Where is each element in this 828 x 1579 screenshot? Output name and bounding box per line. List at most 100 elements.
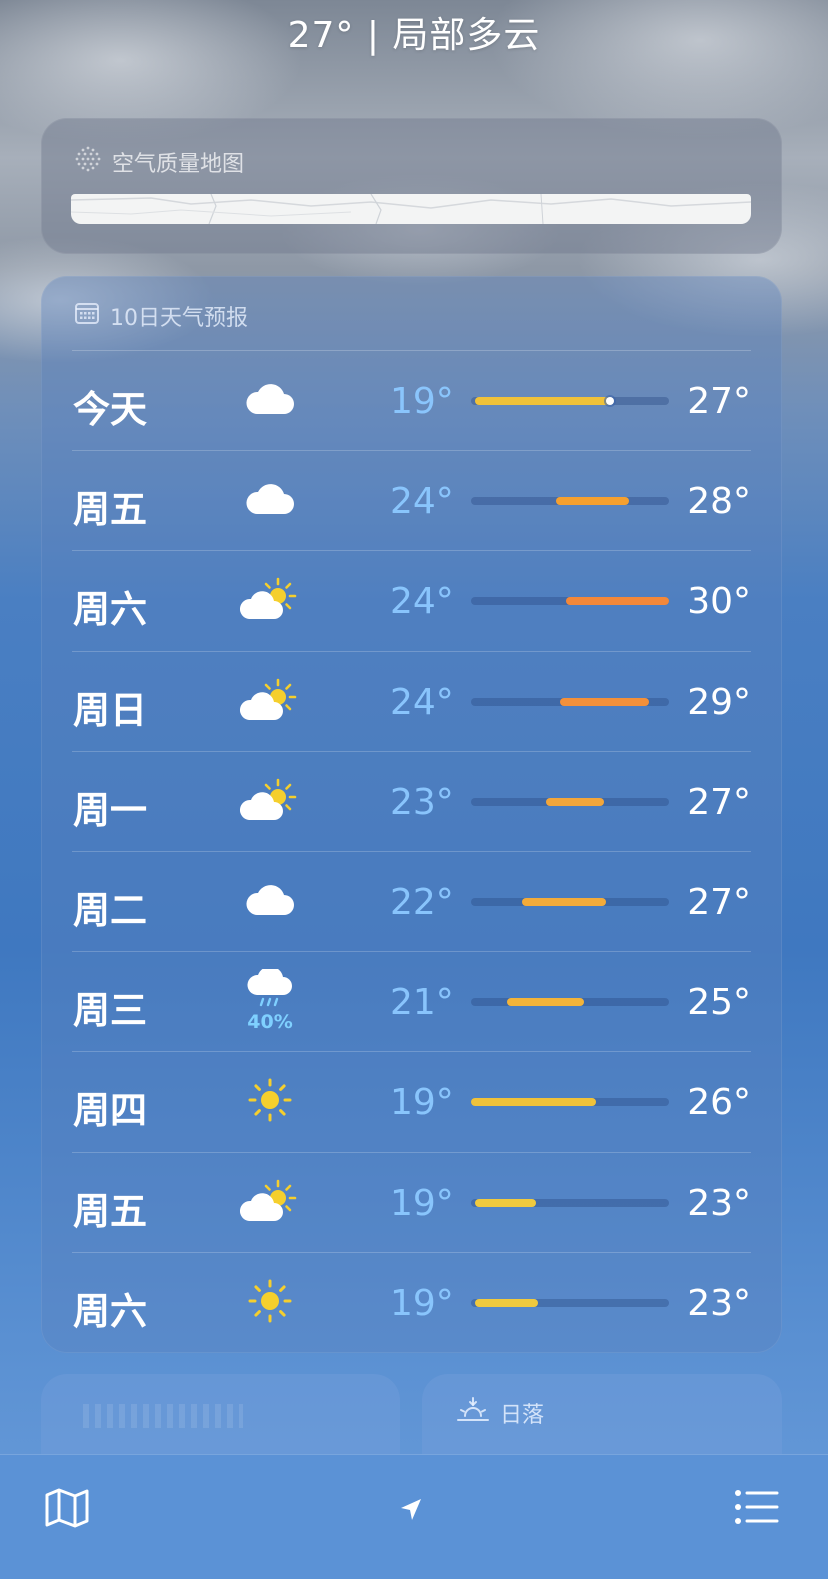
weather-condition [240,874,300,930]
current-summary: 27° | 局部多云 [287,15,541,56]
high-temp: 27° [687,881,751,923]
low-temp: 23° [390,781,454,823]
temp-range-bar [471,1298,669,1307]
forecast-list: 今天 19° 27° 周五 24° 28° 周六 24° 30° 周日 24° 29° 周一 23° 27°… [72,351,751,1353]
forecast-row[interactable]: 周一 23° 27° [72,752,751,852]
weather-condition: 40% [240,966,300,1036]
temp-range-bar [471,497,669,506]
temp-range-bar [471,697,669,706]
forecast-row[interactable]: 周日 24° 29° [72,652,751,752]
high-temp: 29° [687,681,751,723]
locations-list-button[interactable] [734,1487,780,1531]
low-temp: 19° [390,1282,454,1324]
forecast-row[interactable]: 周五 24° 28° [72,451,751,552]
temp-range-bar [471,797,669,806]
day-label: 周六 [73,1289,147,1333]
calendar-icon [74,300,100,332]
sunset-title: 日落 [500,1403,545,1428]
rain-icon [245,966,295,1013]
temp-range-fill [474,397,610,405]
low-temp: 22° [390,881,454,923]
forecast-header: 10日天气预报 [74,300,248,332]
weather-condition [240,1275,300,1331]
map-button[interactable] [44,1487,90,1533]
weather-condition [240,1074,300,1130]
temp-range-fill [506,998,584,1007]
forecast-row[interactable]: 周二 22° 27° [72,852,751,953]
high-temp: 23° [687,1182,751,1224]
weather-condition [239,774,300,830]
list-icon [734,1490,780,1531]
location-arrow-icon [396,1499,426,1529]
current-temp-dot [605,397,614,405]
low-temp: 19° [390,1182,454,1224]
sunset-icon [456,1396,490,1430]
temp-range-fill [546,797,604,806]
day-label: 周六 [73,588,147,632]
blurred-widget-header [83,1404,243,1428]
temp-range-bar [471,1098,669,1107]
day-label: 今天 [73,388,147,431]
weather-condition [239,573,300,629]
forecast-row[interactable]: 周五 19° 23° [72,1153,751,1253]
temp-range-fill [474,1198,537,1207]
forecast-row[interactable]: 周六 19° 23° [72,1253,751,1353]
day-label: 周五 [73,1189,147,1233]
high-temp: 23° [687,1282,751,1324]
high-temp: 30° [687,581,751,623]
weather-condition [240,473,300,529]
air-quality-map[interactable] [71,194,751,224]
low-temp: 19° [390,381,454,422]
air-quality-dots-icon [74,145,102,179]
forecast-row[interactable]: 周四 19° 26° [72,1052,751,1153]
forecast-row[interactable]: 周三 40% 21° 25° [72,952,751,1053]
day-label: 周一 [73,788,147,832]
temp-range-fill [474,1298,539,1307]
map-icon [44,1488,90,1533]
sun-icon [247,1077,293,1127]
low-temp: 19° [390,1082,454,1124]
temp-range-bar [471,998,669,1007]
weather-condition [239,1175,300,1231]
temp-range-bar [471,897,669,906]
day-label: 周二 [73,888,147,932]
precipitation-chance: 40% [247,1011,293,1034]
sun-icon [247,1278,293,1328]
temp-range-fill [566,597,669,606]
day-label: 周三 [73,989,147,1033]
day-label: 周五 [73,488,147,532]
high-temp: 26° [687,1082,751,1124]
weather-condition [239,674,300,730]
partly-sunny-icon [239,1179,300,1227]
low-temp: 24° [390,481,454,523]
cloud-icon [244,382,296,420]
partly-sunny-icon [239,577,300,625]
day-label: 周四 [73,1089,147,1133]
temp-range-fill [560,697,650,706]
air-quality-title: 空气质量地图 [112,152,245,177]
high-temp: 28° [687,481,751,523]
high-temp: 25° [687,982,751,1024]
air-quality-map-card[interactable]: 空气质量地图 [41,118,782,254]
high-temp: 27° [687,781,751,823]
partly-sunny-icon [239,678,300,726]
air-quality-header: 空气质量地图 [74,145,244,179]
day-label: 周日 [73,688,147,732]
low-temp: 24° [390,681,454,723]
bottom-toolbar [0,1454,828,1579]
forecast-row[interactable]: 周六 24° 30° [72,551,751,652]
forecast-title: 10日天气预报 [110,306,248,331]
temp-range-bar [471,1198,669,1207]
temp-range-fill [556,497,630,506]
cloud-icon [244,482,296,520]
partly-sunny-icon [239,778,300,826]
low-temp: 21° [390,982,454,1024]
forecast-row[interactable]: 今天 19° 27° [72,351,751,452]
high-temp: 27° [687,381,751,422]
weather-condition [240,373,300,429]
temp-range-fill [522,897,606,906]
temp-range-bar [471,397,669,405]
current-location-button[interactable] [396,1495,426,1529]
temp-range-bar [471,597,669,606]
low-temp: 24° [390,581,454,623]
